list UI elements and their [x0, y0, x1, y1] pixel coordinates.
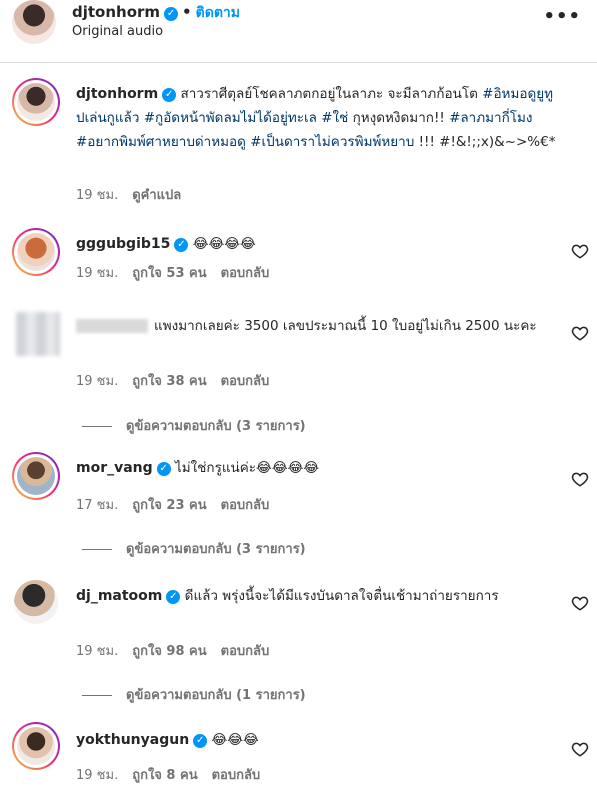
- avatar[interactable]: [12, 452, 60, 500]
- divider: [82, 549, 112, 550]
- view-replies-button[interactable]: ดูข้อความตอบกลับ (3 รายการ): [82, 415, 306, 436]
- timestamp: 19 ชม.: [76, 644, 119, 659]
- comment-body: แพงมากเลยค่ะ 3500 เลขประมาณนี้ 10 ใบอยู่…: [76, 314, 556, 338]
- reply-button[interactable]: ตอบกลับ: [221, 266, 270, 281]
- hashtag[interactable]: #เป็นดาราไม่ควรพิมพ์หยาบ: [250, 134, 414, 150]
- avatar[interactable]: [12, 0, 56, 44]
- verified-badge-icon: ✓: [174, 238, 189, 252]
- heart-icon[interactable]: [571, 470, 589, 488]
- view-replies-label[interactable]: ดูข้อความตอบกลับ (1 รายการ): [126, 688, 306, 703]
- verified-badge-icon: ✓: [193, 734, 208, 748]
- header-username[interactable]: djtonhorm: [72, 3, 160, 21]
- comment-username[interactable]: yokthunyagun: [76, 732, 189, 748]
- follow-button[interactable]: ติดตาม: [196, 5, 240, 21]
- caption-text: !!! #!&!;;x)&~>%€*: [414, 134, 556, 150]
- view-replies-label[interactable]: ดูข้อความตอบกลับ (3 รายการ): [126, 419, 306, 434]
- comment-meta: 17 ชม. ถูกใจ 23 คน ตอบกลับ: [76, 494, 283, 515]
- translate-button[interactable]: ดูคำแปล: [132, 188, 181, 203]
- likes-count[interactable]: ถูกใจ 98 คน: [132, 644, 206, 659]
- comment-meta: 19 ชม. ถูกใจ 53 คน ตอบกลับ: [76, 262, 283, 283]
- likes-count[interactable]: ถูกใจ 53 คน: [132, 266, 206, 281]
- comment-body: mor_vang ✓ ไม่ใช่กรูแน่ค่ะ😂😂😂😂: [76, 456, 556, 480]
- comment-text: ดีแล้ว พรุ่งนี้จะได้มีแรงบันดาลใจตื่นเช้…: [184, 588, 499, 604]
- likes-count[interactable]: ถูกใจ 23 คน: [132, 498, 206, 513]
- comment-body: yokthunyagun ✓ 😂😂😂: [76, 728, 556, 752]
- more-horizontal-icon[interactable]: •••: [543, 6, 581, 27]
- view-replies-button[interactable]: ดูข้อความตอบกลับ (1 รายการ): [82, 684, 306, 705]
- heart-icon[interactable]: [571, 740, 589, 758]
- reply-button[interactable]: ตอบกลับ: [221, 644, 270, 659]
- comment-text: ไม่ใช่กรูแน่ค่ะ😂😂😂😂: [174, 460, 320, 476]
- comment-body: gggubgib15 ✓ 😂😂😂😂: [76, 232, 556, 256]
- caption-meta: 19 ชม. ดูคำแปล: [76, 184, 195, 205]
- timestamp: 19 ชม.: [76, 374, 119, 389]
- reply-button[interactable]: ตอบกลับ: [212, 768, 261, 783]
- comment-meta: 19 ชม. ถูกใจ 38 คน ตอบกลับ: [76, 370, 283, 391]
- avatar[interactable]: [12, 78, 60, 126]
- avatar[interactable]: [14, 580, 58, 624]
- heart-icon[interactable]: [571, 324, 589, 342]
- avatar[interactable]: [12, 722, 60, 770]
- separator: •: [182, 3, 192, 21]
- likes-count[interactable]: ถูกใจ 38 คน: [132, 374, 206, 389]
- caption-text: สาวราศีตุลย์โชคลาภตกอยู่ในลาภะ จะมีลาภก้…: [180, 86, 483, 102]
- post-header: djtonhorm ✓ • ติดตาม Original audio •••: [0, 0, 597, 62]
- hashtag[interactable]: #ใช่: [321, 110, 348, 126]
- caption-text: กุหงุดหงิดมาก!!: [348, 110, 450, 126]
- verified-badge-icon: ✓: [166, 590, 181, 604]
- divider: [82, 426, 112, 427]
- divider: [82, 695, 112, 696]
- comment-username[interactable]: gggubgib15: [76, 236, 170, 252]
- hashtag[interactable]: #กูอัดหน้าพัดลมไม่ได้อยู่ทะเล: [144, 110, 317, 126]
- comment-text: แพงมากเลยค่ะ 3500 เลขประมาณนี้ 10 ใบอยู่…: [154, 318, 537, 334]
- reply-button[interactable]: ตอบกลับ: [221, 498, 270, 513]
- timestamp: 19 ชม.: [76, 266, 119, 281]
- timestamp: 19 ชม.: [76, 188, 119, 203]
- timestamp: 19 ชม.: [76, 768, 119, 783]
- comment-body: dj_matoom ✓ ดีแล้ว พรุ่งนี้จะได้มีแรงบันด…: [76, 584, 556, 608]
- reply-button[interactable]: ตอบกลับ: [221, 374, 270, 389]
- hashtag[interactable]: #ลาภมากี่โมง: [449, 110, 532, 126]
- verified-badge-icon: ✓: [164, 7, 179, 21]
- redacted-username[interactable]: [76, 319, 148, 333]
- verified-badge-icon: ✓: [162, 88, 177, 102]
- header-username-row: djtonhorm ✓ • ติดตาม: [72, 2, 240, 24]
- header-divider: [0, 62, 597, 63]
- caption-username[interactable]: djtonhorm: [76, 86, 158, 102]
- heart-icon[interactable]: [571, 242, 589, 260]
- comment-text: 😂😂😂😂: [192, 236, 256, 252]
- timestamp: 17 ชม.: [76, 498, 119, 513]
- comment-text: 😂😂😂: [211, 732, 259, 748]
- hashtag[interactable]: #อยากพิมพ์ศาหยาบด่าหมอดู: [76, 134, 246, 150]
- heart-icon[interactable]: [571, 594, 589, 612]
- comment-meta: 19 ชม. ถูกใจ 8 คน ตอบกลับ: [76, 764, 274, 785]
- comment-meta: 19 ชม. ถูกใจ 98 คน ตอบกลับ: [76, 640, 283, 661]
- view-replies-button[interactable]: ดูข้อความตอบกลับ (3 รายการ): [82, 538, 306, 559]
- avatar[interactable]: [12, 228, 60, 276]
- view-replies-label[interactable]: ดูข้อความตอบกลับ (3 รายการ): [126, 542, 306, 557]
- likes-count[interactable]: ถูกใจ 8 คน: [132, 768, 197, 783]
- caption-body: djtonhorm ✓ สาวราศีตุลย์โชคลาภตกอยู่ในลาภ…: [76, 82, 556, 154]
- comment-username[interactable]: mor_vang: [76, 460, 153, 476]
- audio-label[interactable]: Original audio: [72, 24, 163, 39]
- avatar[interactable]: [16, 312, 60, 356]
- verified-badge-icon: ✓: [156, 462, 171, 476]
- comment-username[interactable]: dj_matoom: [76, 588, 162, 604]
